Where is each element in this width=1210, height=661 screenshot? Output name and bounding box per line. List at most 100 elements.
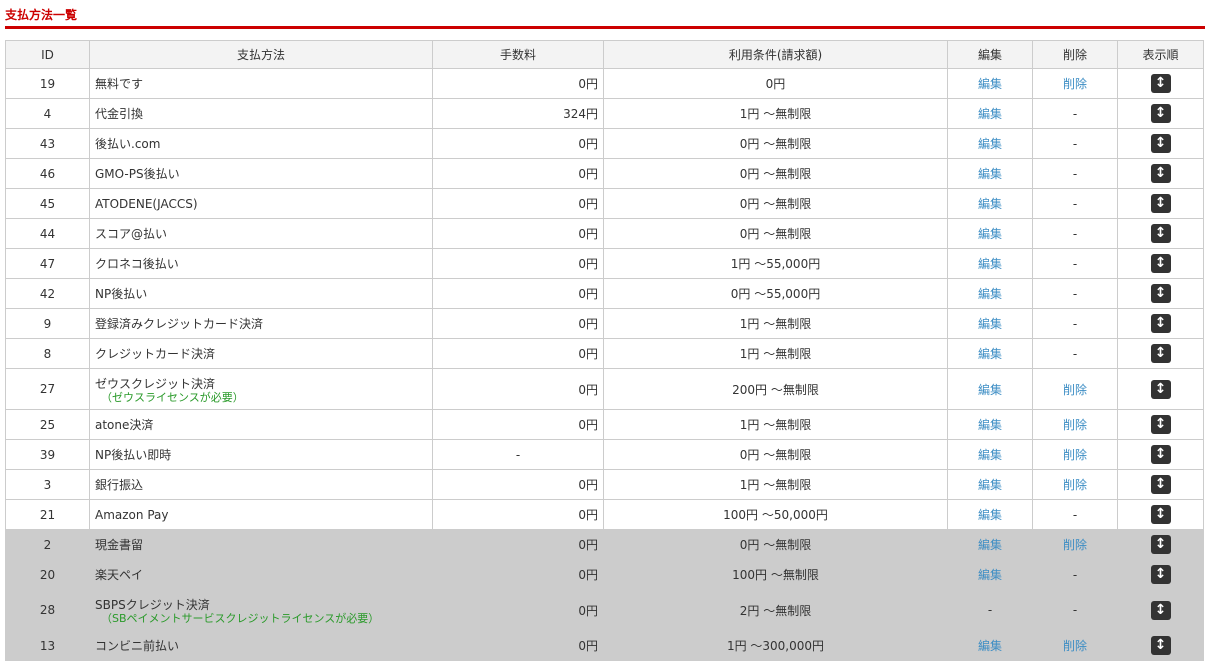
drag-sort-icon[interactable]: ↕: [1150, 164, 1171, 183]
header-name: 支払方法: [89, 40, 433, 69]
header-edit: 編集: [947, 40, 1033, 69]
drag-sort-icon[interactable]: ↕: [1150, 636, 1171, 655]
edit-link[interactable]: 編集: [978, 137, 1002, 151]
cell-name: 銀行振込: [89, 469, 433, 500]
cell-order: ↕: [1117, 630, 1204, 661]
table-row: 13 コンビニ前払い 0円 1円 ～300,000円 編集 削除 ↕: [5, 630, 1204, 661]
drag-sort-icon[interactable]: ↕: [1150, 224, 1171, 243]
table-row: 9 登録済みクレジットカード決済 0円 1円 ～無制限 編集 - ↕: [5, 308, 1204, 339]
cell-edit: 編集: [947, 308, 1033, 339]
drag-sort-icon[interactable]: ↕: [1150, 505, 1171, 524]
cell-delete: -: [1032, 188, 1118, 219]
cell-fee: 0円: [432, 338, 604, 369]
edit-link[interactable]: 編集: [978, 107, 1002, 121]
cell-condition: 0円 ～無制限: [603, 218, 948, 249]
edit-link[interactable]: 編集: [978, 508, 1002, 522]
delete-link[interactable]: 削除: [1063, 418, 1087, 432]
delete-link[interactable]: 削除: [1063, 383, 1087, 397]
edit-link[interactable]: 編集: [978, 77, 1002, 91]
delete-unavailable: -: [1072, 166, 1078, 181]
edit-link[interactable]: 編集: [978, 287, 1002, 301]
cell-edit: 編集: [947, 409, 1033, 440]
table-row: 25 atone決済 0円 1円 ～無制限 編集 削除 ↕: [5, 409, 1204, 440]
delete-link[interactable]: 削除: [1063, 639, 1087, 653]
cell-fee: 0円: [432, 469, 604, 500]
cell-id: 46: [5, 158, 90, 189]
table-row: 46 GMO-PS後払い 0円 0円 ～無制限 編集 - ↕: [5, 158, 1204, 189]
table-row: 4 代金引換 324円 1円 ～無制限 編集 - ↕: [5, 98, 1204, 129]
cell-edit: 編集: [947, 218, 1033, 249]
cell-fee: -: [432, 439, 604, 470]
drag-sort-icon[interactable]: ↕: [1150, 475, 1171, 494]
method-name: クレジットカード決済: [95, 347, 216, 361]
cell-order: ↕: [1117, 218, 1204, 249]
cell-edit: 編集: [947, 630, 1033, 661]
drag-sort-icon[interactable]: ↕: [1150, 74, 1171, 93]
drag-sort-icon[interactable]: ↕: [1150, 314, 1171, 333]
delete-unavailable: -: [1072, 106, 1078, 121]
delete-link[interactable]: 削除: [1063, 448, 1087, 462]
cell-name: ATODENE(JACCS): [89, 188, 433, 219]
edit-link[interactable]: 編集: [978, 257, 1002, 271]
cell-edit: 編集: [947, 158, 1033, 189]
edit-link[interactable]: 編集: [978, 448, 1002, 462]
cell-fee: 0円: [432, 158, 604, 189]
delete-link[interactable]: 削除: [1063, 77, 1087, 91]
cell-delete: 削除: [1032, 68, 1118, 99]
cell-edit: 編集: [947, 68, 1033, 99]
cell-name: コンビニ前払い: [89, 630, 433, 661]
table-row: 44 スコア@払い 0円 0円 ～無制限 編集 - ↕: [5, 218, 1204, 249]
cell-fee: 324円: [432, 98, 604, 129]
cell-condition: 100円 ～50,000円: [603, 499, 948, 530]
cell-edit: 編集: [947, 248, 1033, 279]
cell-fee: 0円: [432, 128, 604, 159]
drag-sort-icon[interactable]: ↕: [1150, 600, 1171, 620]
drag-sort-icon[interactable]: ↕: [1150, 445, 1171, 464]
cell-order: ↕: [1117, 158, 1204, 189]
drag-sort-icon[interactable]: ↕: [1150, 194, 1171, 213]
cell-id: 8: [5, 338, 90, 369]
edit-link[interactable]: 編集: [978, 568, 1002, 582]
method-name: NP後払い即時: [95, 448, 172, 462]
drag-sort-icon[interactable]: ↕: [1150, 379, 1171, 399]
edit-link[interactable]: 編集: [978, 227, 1002, 241]
edit-link[interactable]: 編集: [978, 538, 1002, 552]
edit-link[interactable]: 編集: [978, 383, 1002, 397]
header-delete: 削除: [1032, 40, 1118, 69]
cell-id: 28: [5, 589, 90, 631]
method-name: NP後払い: [95, 287, 148, 301]
drag-sort-icon[interactable]: ↕: [1150, 284, 1171, 303]
delete-link[interactable]: 削除: [1063, 478, 1087, 492]
method-name: 現金書留: [95, 538, 144, 552]
cell-order: ↕: [1117, 469, 1204, 500]
cell-order: ↕: [1117, 308, 1204, 339]
cell-edit: 編集: [947, 98, 1033, 129]
edit-link[interactable]: 編集: [978, 347, 1002, 361]
cell-condition: 0円 ～無制限: [603, 128, 948, 159]
cell-order: ↕: [1117, 439, 1204, 470]
delete-unavailable: -: [1072, 196, 1078, 211]
cell-edit: 編集: [947, 439, 1033, 470]
delete-link[interactable]: 削除: [1063, 538, 1087, 552]
drag-sort-icon[interactable]: ↕: [1150, 565, 1171, 584]
cell-name: GMO-PS後払い: [89, 158, 433, 189]
drag-sort-icon[interactable]: ↕: [1150, 344, 1171, 363]
drag-sort-icon[interactable]: ↕: [1150, 535, 1171, 554]
edit-link[interactable]: 編集: [978, 197, 1002, 211]
table-row: 20 楽天ペイ 0円 100円 ～無制限 編集 - ↕: [5, 559, 1204, 590]
edit-link[interactable]: 編集: [978, 167, 1002, 181]
edit-link[interactable]: 編集: [978, 317, 1002, 331]
cell-delete: -: [1032, 158, 1118, 189]
table-row: 21 Amazon Pay 0円 100円 ～50,000円 編集 - ↕: [5, 499, 1204, 530]
drag-sort-icon[interactable]: ↕: [1150, 415, 1171, 434]
drag-sort-icon[interactable]: ↕: [1150, 134, 1171, 153]
edit-link[interactable]: 編集: [978, 418, 1002, 432]
method-name: ゼウスクレジット決済: [95, 376, 216, 391]
cell-order: ↕: [1117, 589, 1204, 631]
edit-link[interactable]: 編集: [978, 639, 1002, 653]
cell-order: ↕: [1117, 188, 1204, 219]
drag-sort-icon[interactable]: ↕: [1150, 254, 1171, 273]
edit-link[interactable]: 編集: [978, 478, 1002, 492]
cell-fee: 0円: [432, 559, 604, 590]
drag-sort-icon[interactable]: ↕: [1150, 104, 1171, 123]
